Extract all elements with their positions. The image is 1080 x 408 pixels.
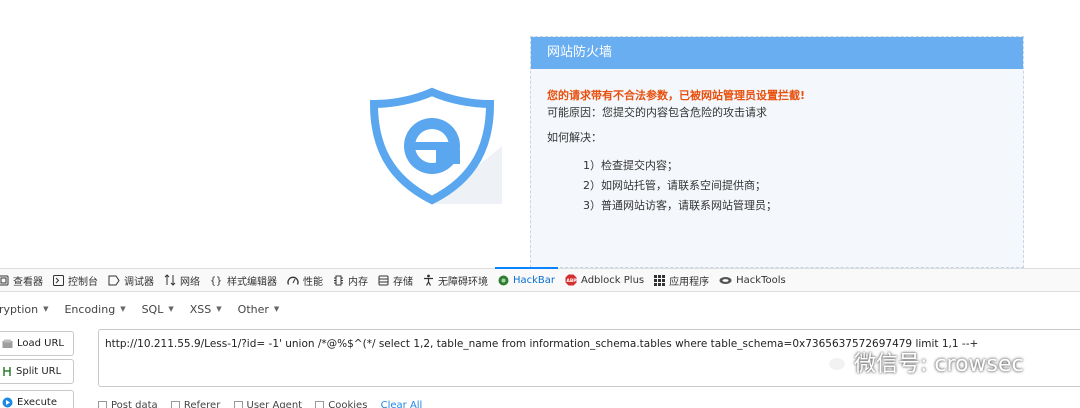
tab-memory[interactable]: 内存 (333, 268, 368, 292)
screen: 网站防火墙 您的请求带有不合法参数，已被网站管理员设置拦截! 可能原因：您提交的… (0, 0, 1080, 408)
watermark: 微信号: crowsec (818, 346, 1024, 378)
network-icon (164, 274, 176, 286)
tab-label: HackTools (736, 274, 786, 286)
chevron-down-icon: ▼ (168, 305, 174, 313)
tab-accessibility[interactable]: 无障碍环境 (423, 268, 488, 292)
tab-label: 无障碍环境 (438, 276, 488, 288)
firewall-shield-icon (369, 87, 502, 205)
tab-performance[interactable]: 性能 (287, 268, 323, 292)
execute-label: Execute (17, 397, 57, 408)
split-url-button[interactable]: Split URL (0, 359, 74, 384)
tab-hackbar[interactable]: HackBar (494, 267, 559, 292)
split-icon (3, 367, 11, 376)
menu-label: XSS (189, 302, 212, 316)
chevron-down-icon: ▼ (273, 305, 280, 313)
abp-icon: ABP (565, 274, 577, 286)
debugger-icon (108, 275, 120, 285)
menu-encryption[interactable]: ryption ▼ (0, 303, 48, 316)
firewall-step: 2）如网站托管，请联系空间提供商； (583, 179, 766, 192)
firewall-panel: 网站防火墙 您的请求带有不合法参数，已被网站管理员设置拦截! 可能原因：您提交的… (530, 36, 1024, 268)
cookies-checkbox[interactable]: Cookies (315, 400, 367, 408)
hacktools-icon (719, 276, 732, 284)
tab-label: 调试器 (124, 276, 154, 288)
tab-storage[interactable]: 存储 (378, 268, 413, 292)
svg-text:ABP: ABP (566, 278, 577, 284)
chevron-down-icon: ▼ (120, 305, 126, 313)
menu-encoding[interactable]: Encoding ▼ (64, 303, 125, 316)
accessibility-icon (424, 274, 433, 286)
firewall-title: 网站防火墙 (531, 37, 1023, 69)
memory-icon (334, 275, 343, 285)
tab-adblock-plus[interactable]: ABP Adblock Plus (565, 268, 644, 292)
tab-hacktools[interactable]: HackTools (719, 268, 786, 292)
storage-icon (378, 275, 389, 285)
load-icon (2, 339, 13, 348)
menu-label: Other (237, 302, 269, 316)
firewall-step: 1）检查提交内容； (583, 159, 678, 172)
performance-icon (287, 276, 299, 285)
chevron-down-icon: ▼ (216, 305, 222, 313)
firewall-step: 3）普通网站访客，请联系网站管理员； (583, 199, 777, 212)
hackbar-icon (498, 275, 509, 285)
tab-label: 存储 (393, 276, 413, 288)
firewall-reason: 可能原因：您提交的内容包含危险的攻击请求 (547, 106, 767, 119)
firewall-how-title: 如何解决： (547, 131, 602, 144)
wechat-icon (818, 351, 847, 372)
menu-label: ryption (0, 302, 39, 316)
tab-label: 应用程序 (669, 276, 710, 288)
menu-label: SQL (141, 302, 164, 316)
load-url-button[interactable]: Load URL (0, 331, 74, 356)
tab-label: 内存 (348, 276, 368, 288)
hackbar-options: Post data Referer User Agent Cookies Cle… (98, 400, 432, 408)
svg-text:{}: {} (210, 276, 222, 286)
user-agent-checkbox[interactable]: User Agent (233, 400, 302, 408)
hackbar-menu: ryption ▼ Encoding ▼ SQL ▼ XSS ▼ Other ▼ (0, 292, 1080, 326)
execute-button[interactable]: Execute (0, 390, 74, 408)
tab-network[interactable]: 网络 (164, 268, 200, 292)
tab-label: Adblock Plus (581, 274, 645, 286)
tab-label: 样式编辑器 (227, 276, 277, 288)
clear-all-link[interactable]: Clear All (381, 400, 423, 408)
tab-label: 查看器 (13, 276, 43, 288)
firewall-alert: 您的请求带有不合法参数，已被网站管理员设置拦截! (547, 89, 806, 102)
tab-debugger[interactable]: 调试器 (108, 268, 154, 292)
tab-application[interactable]: 应用程序 (654, 268, 709, 292)
tab-label: HackBar (513, 274, 556, 286)
inspector-icon (0, 275, 9, 285)
referer-checkbox[interactable]: Referer (170, 400, 220, 408)
menu-xss[interactable]: XSS ▼ (190, 303, 222, 316)
watermark-text: 微信号: crowsec (854, 352, 1024, 377)
style-editor-icon: {} (210, 276, 222, 286)
application-icon (654, 274, 666, 286)
menu-other[interactable]: Other ▼ (238, 303, 280, 316)
load-url-label: Load URL (17, 338, 65, 349)
split-url-label: Split URL (16, 366, 62, 377)
menu-sql[interactable]: SQL ▼ (142, 303, 174, 316)
chevron-down-icon: ▼ (43, 305, 49, 313)
post-data-checkbox[interactable]: Post data (98, 400, 158, 408)
tab-style-editor[interactable]: {} 样式编辑器 (210, 268, 277, 292)
tab-label: 性能 (303, 276, 323, 288)
tab-label: 控制台 (68, 276, 98, 288)
tab-label: 网络 (180, 276, 200, 288)
tab-console[interactable]: 控制台 (53, 268, 98, 292)
menu-label: Encoding (64, 302, 116, 316)
devtools-toolbar: 查看器 控制台 调试器 网络 {} 样式编辑器 性能 内存 存储 无障碍环境 H… (0, 267, 1080, 292)
play-icon (2, 397, 13, 408)
tab-inspector[interactable]: 查看器 (0, 268, 43, 292)
console-icon (53, 274, 64, 286)
